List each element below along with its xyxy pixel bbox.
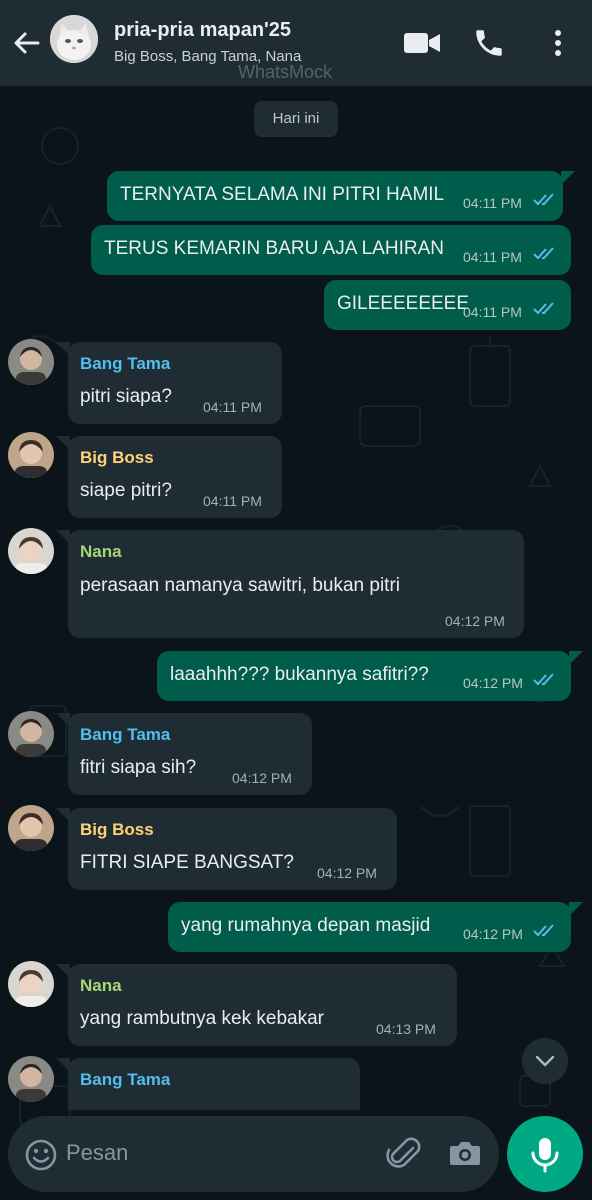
avatar[interactable]	[8, 1056, 54, 1102]
outgoing-message[interactable]: TERNYATA SELAMA INI PITRI HAMIL 04:11 PM	[107, 171, 563, 221]
more-vert-icon[interactable]	[546, 26, 570, 60]
bubble-tail	[56, 530, 70, 544]
sender-name: Bang Tama	[80, 354, 171, 373]
message-text: perasaan namanya sawitri, bukan pitri	[80, 575, 401, 596]
message-time: 04:12 PM	[463, 926, 523, 942]
back-arrow-icon[interactable]	[8, 26, 44, 62]
message-text: GILEEEEEEEE	[337, 293, 470, 314]
attach-icon[interactable]	[386, 1134, 424, 1174]
read-ticks-icon	[533, 302, 554, 315]
message-input[interactable]	[66, 1136, 366, 1170]
read-ticks-icon	[533, 247, 554, 260]
incoming-message[interactable]: Bang Tama	[68, 1058, 360, 1110]
message-composer	[8, 1116, 499, 1192]
message-text: fitri siapa sih?	[80, 757, 197, 778]
incoming-message[interactable]: Bang Tama fitri siapa sih? 04:12 PM	[68, 713, 312, 795]
date-chip: Hari ini	[254, 101, 338, 137]
read-ticks-icon	[533, 924, 554, 937]
outgoing-message[interactable]: GILEEEEEEEE 04:11 PM	[324, 280, 571, 330]
message-text: laaahhh??? bukannya safitri??	[170, 664, 429, 685]
incoming-message[interactable]: Nana yang rambutnya kek kebakar 04:13 PM	[68, 964, 457, 1046]
message-time: 04:11 PM	[203, 399, 262, 415]
phone-icon[interactable]	[472, 26, 506, 60]
bubble-tail	[56, 713, 70, 727]
outgoing-message[interactable]: TERUS KEMARIN BARU AJA LAHIRAN 04:11 PM	[91, 225, 571, 275]
message-text: FITRI SIAPE BANGSAT?	[80, 852, 294, 873]
avatar[interactable]	[8, 711, 54, 757]
incoming-message[interactable]: Bang Tama pitri siapa? 04:11 PM	[68, 342, 282, 424]
chat-header: pria-pria mapan'25 Big Boss, Bang Tama, …	[0, 0, 592, 86]
outgoing-message[interactable]: laaahhh??? bukannya safitri?? 04:12 PM	[157, 651, 571, 701]
incoming-message[interactable]: Nana perasaan namanya sawitri, bukan pit…	[68, 530, 524, 638]
sender-name: Big Boss	[80, 820, 154, 839]
message-time: 04:11 PM	[463, 304, 522, 320]
message-time: 04:12 PM	[317, 865, 377, 881]
video-call-icon[interactable]	[402, 26, 442, 60]
bubble-tail	[561, 171, 575, 185]
message-text: siape pitri?	[80, 480, 172, 501]
avatar[interactable]	[8, 528, 54, 574]
sender-name: Bang Tama	[80, 1070, 171, 1089]
sender-name: Nana	[80, 542, 122, 561]
message-time: 04:11 PM	[463, 195, 522, 211]
bubble-tail	[56, 1058, 70, 1072]
watermark: WhatsMock	[238, 62, 333, 82]
message-text: yang rumahnya depan masjid	[181, 915, 431, 936]
message-time: 04:12 PM	[463, 675, 523, 691]
chat-title[interactable]: pria-pria mapan'25	[114, 19, 291, 42]
camera-icon[interactable]	[448, 1137, 482, 1169]
message-time: 04:12 PM	[445, 613, 505, 629]
incoming-message[interactable]: Big Boss FITRI SIAPE BANGSAT? 04:12 PM	[68, 808, 397, 890]
bubble-tail	[56, 964, 70, 978]
group-avatar[interactable]	[50, 15, 98, 63]
message-text: TERNYATA SELAMA INI PITRI HAMIL	[120, 184, 445, 205]
read-ticks-icon	[533, 193, 554, 206]
mic-icon	[531, 1138, 559, 1173]
bubble-tail	[569, 651, 583, 665]
bubble-tail	[569, 902, 583, 916]
message-time: 04:11 PM	[463, 249, 522, 265]
bubble-tail	[56, 436, 70, 450]
bubble-tail	[56, 342, 70, 356]
avatar[interactable]	[8, 805, 54, 851]
avatar[interactable]	[8, 961, 54, 1007]
read-ticks-icon	[533, 673, 554, 686]
scroll-down-button[interactable]	[522, 1038, 568, 1084]
message-text: TERUS KEMARIN BARU AJA LAHIRAN	[104, 238, 444, 259]
incoming-message[interactable]: Big Boss siape pitri? 04:11 PM	[68, 436, 282, 518]
message-time: 04:11 PM	[203, 493, 262, 509]
sender-name: Bang Tama	[80, 725, 171, 744]
message-time: 04:13 PM	[376, 1021, 436, 1037]
mic-button[interactable]	[507, 1116, 583, 1192]
message-text: pitri siapa?	[80, 386, 172, 407]
bubble-tail	[56, 808, 70, 822]
avatar[interactable]	[8, 432, 54, 478]
avatar[interactable]	[8, 339, 54, 385]
sender-name: Big Boss	[80, 448, 154, 467]
message-time: 04:12 PM	[232, 770, 292, 786]
scroll-down-icon	[535, 1055, 555, 1067]
sender-name: Nana	[80, 976, 122, 995]
message-text: yang rambutnya kek kebakar	[80, 1008, 324, 1029]
emoji-icon[interactable]	[24, 1138, 58, 1172]
outgoing-message[interactable]: yang rumahnya depan masjid 04:12 PM	[168, 902, 571, 952]
